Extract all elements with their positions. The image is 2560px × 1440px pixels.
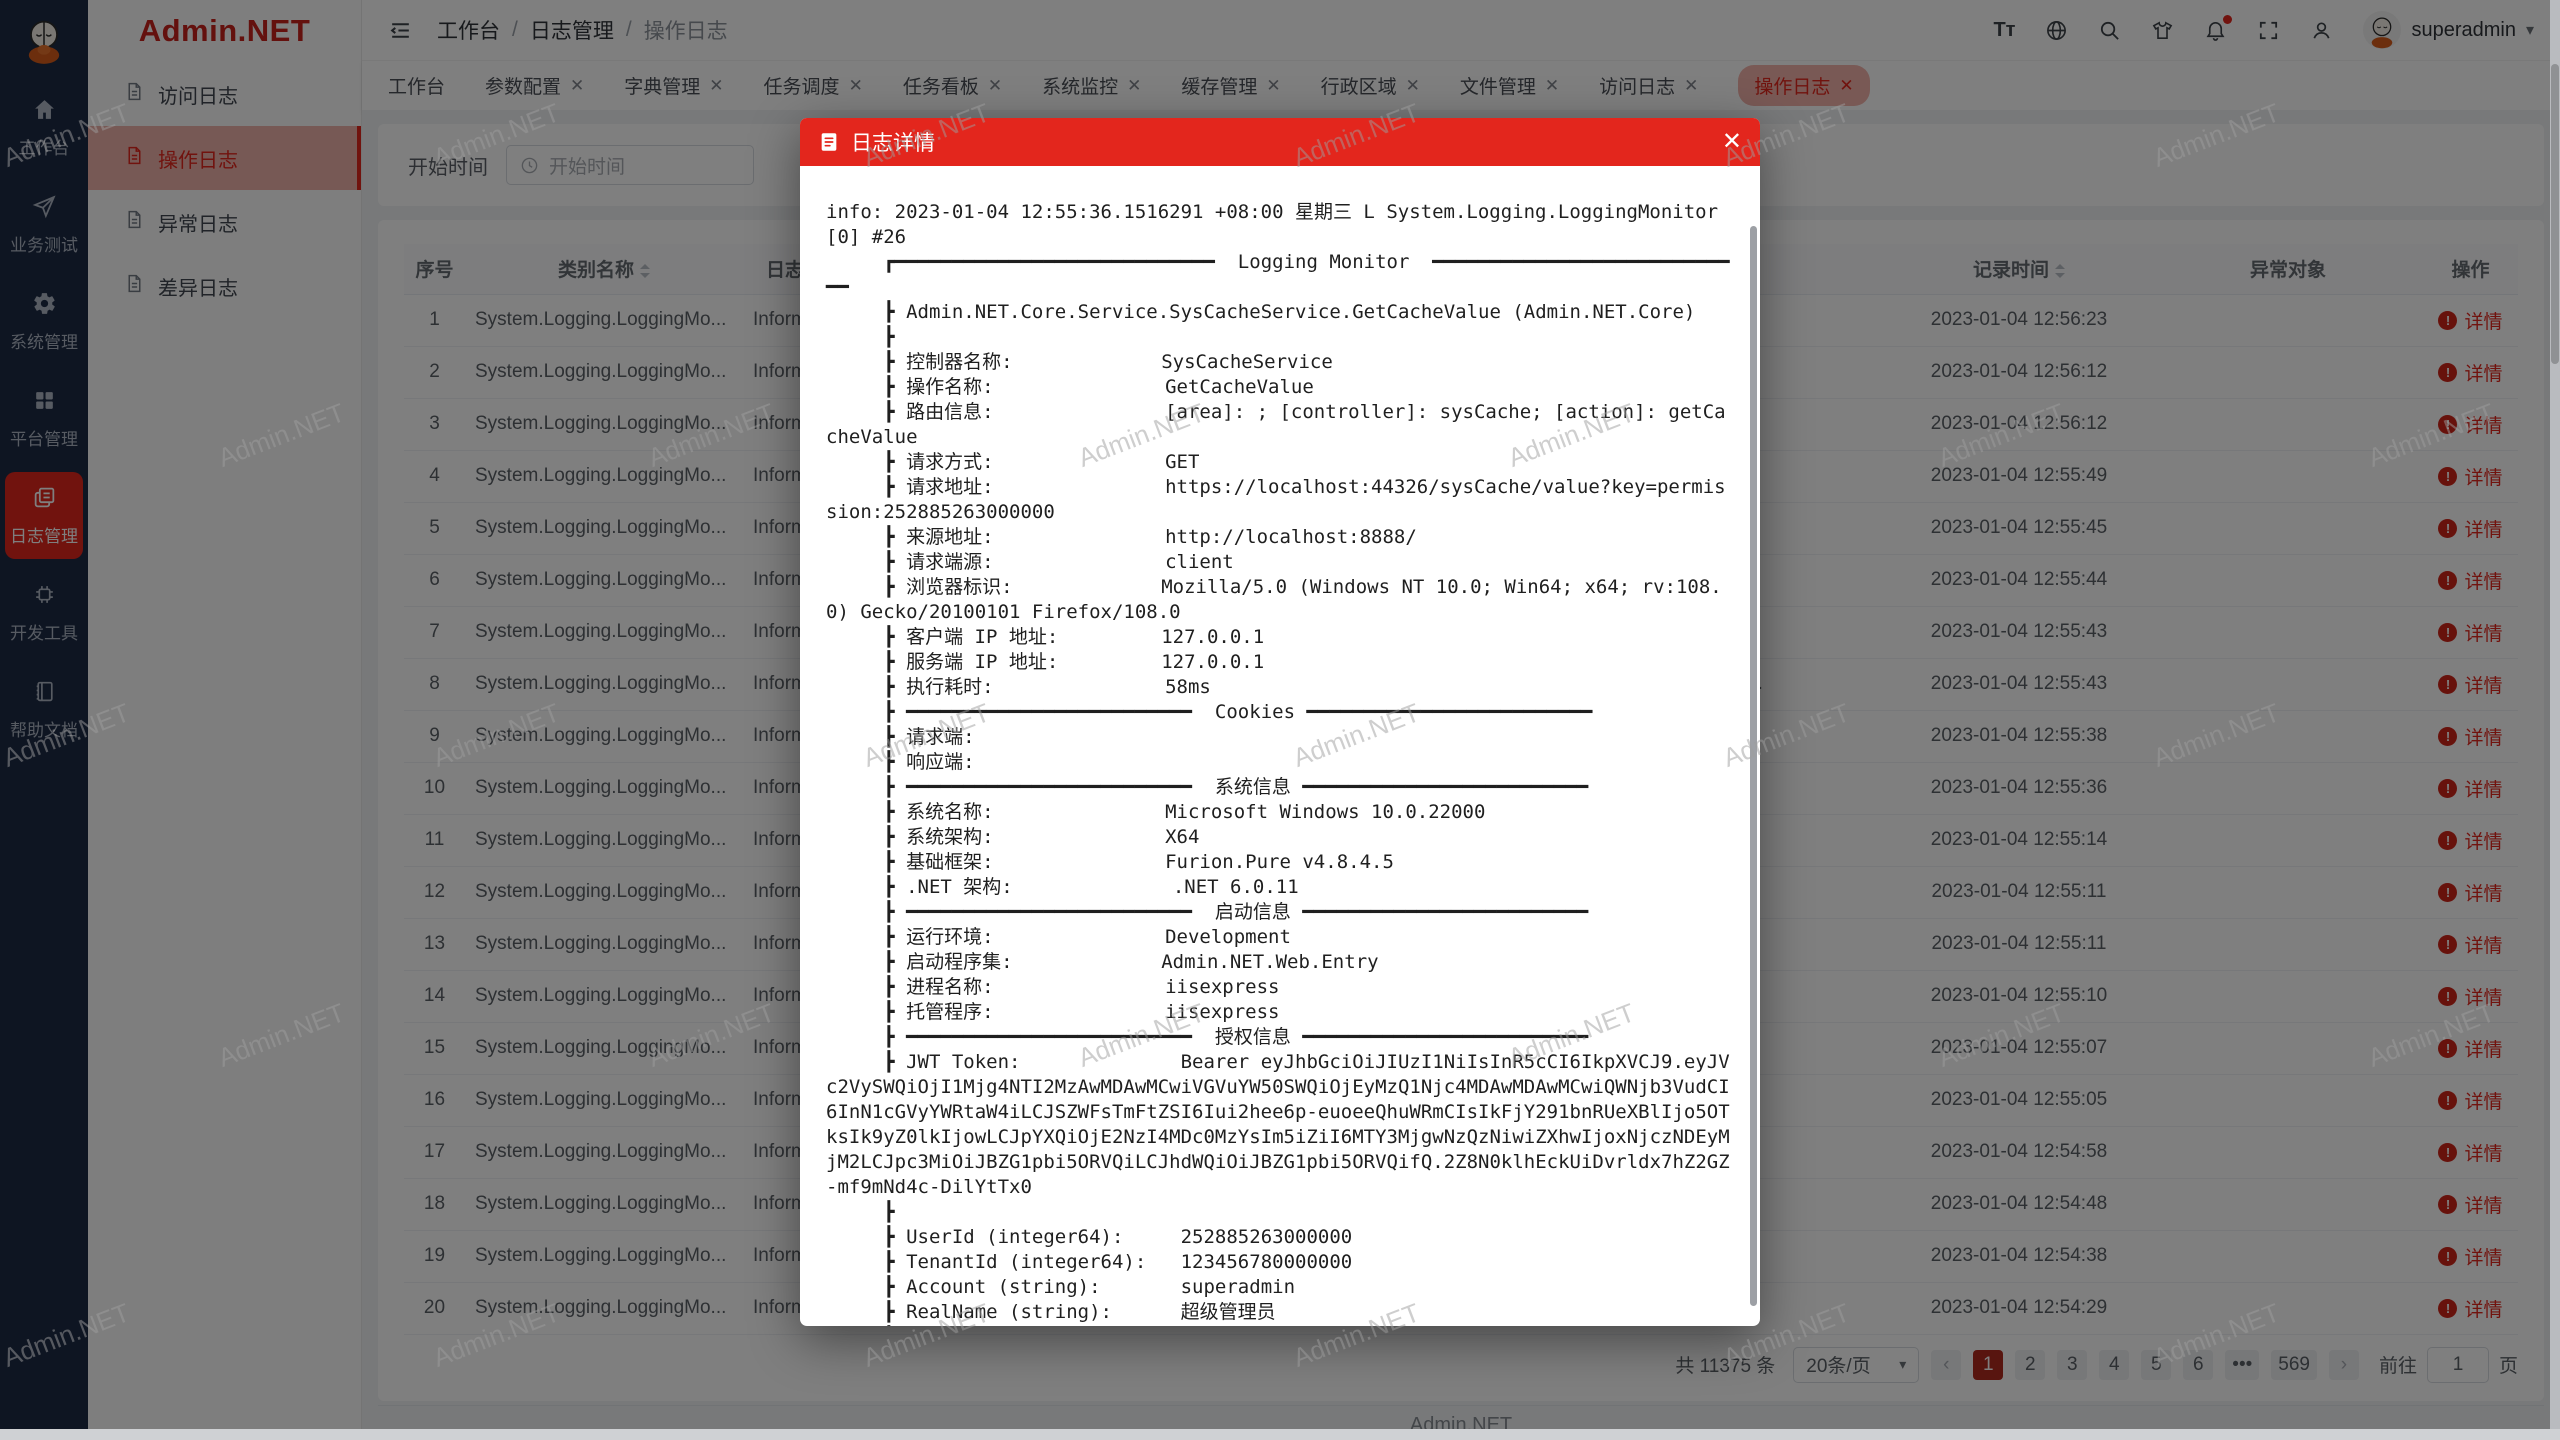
document-icon (818, 131, 840, 153)
close-icon[interactable]: ✕ (1722, 130, 1742, 154)
dialog-scrollbar[interactable] (1750, 226, 1757, 1306)
horizontal-scrollbar[interactable] (0, 1429, 2560, 1440)
dialog-header: 日志详情 ✕ (800, 118, 1760, 166)
app-root: 工作台 业务测试 系统管理 平台管理 日志管理 开发工具 (0, 0, 2560, 1440)
log-detail-dialog: 日志详情 ✕ info: 2023-01-04 12:55:36.1516291… (800, 118, 1760, 1326)
dialog-body[interactable]: info: 2023-01-04 12:55:36.1516291 +08:00… (800, 166, 1760, 1326)
log-text: info: 2023-01-04 12:55:36.1516291 +08:00… (826, 200, 1734, 1326)
dialog-title: 日志详情 (851, 127, 935, 157)
vertical-scrollbar[interactable] (2550, 0, 2560, 1429)
